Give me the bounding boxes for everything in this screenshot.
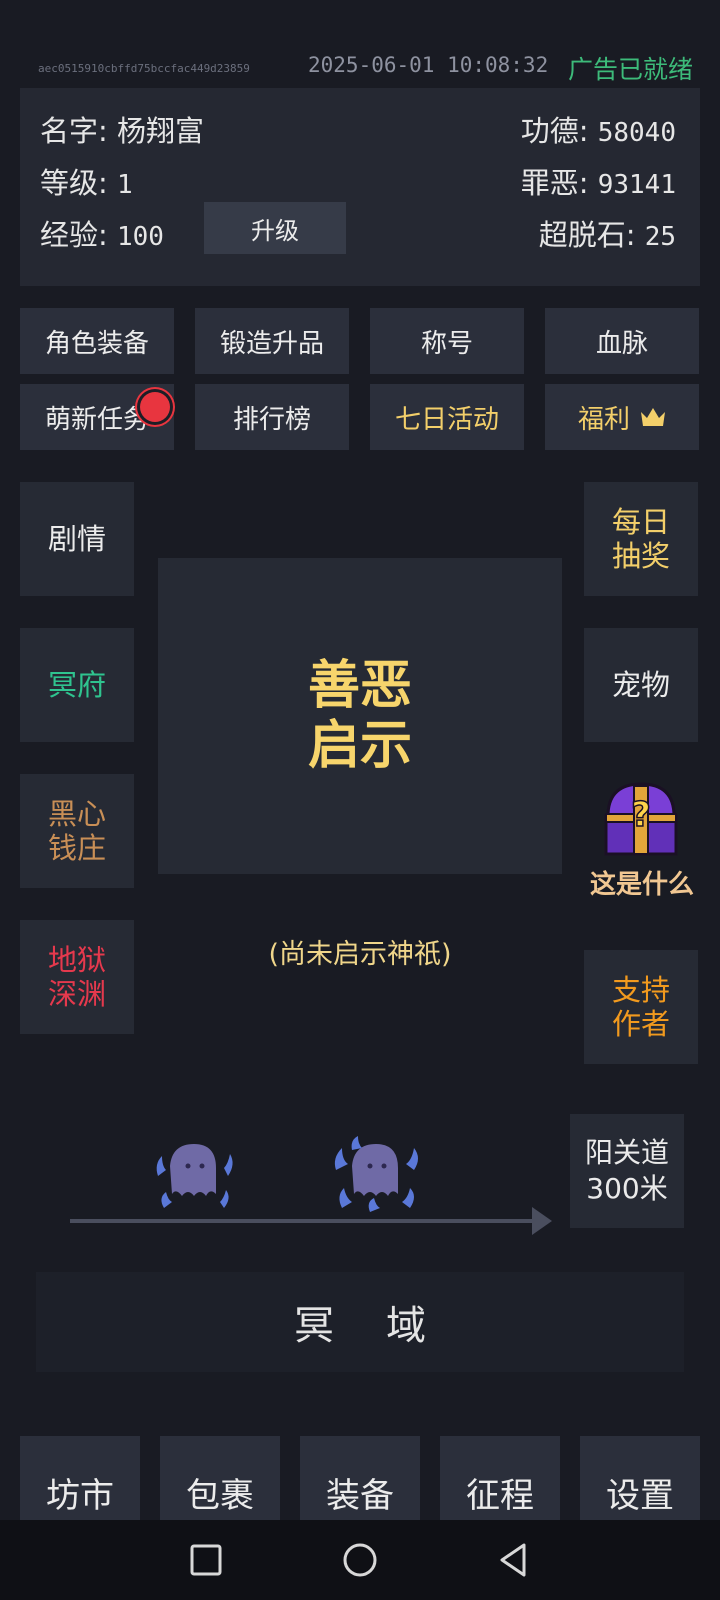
seven-day-event-button[interactable]: 七日活动 [370,384,524,450]
crown-icon [641,408,665,426]
player-name: 杨翔富 [117,114,205,148]
stone-value: 25 [644,222,676,252]
area-label: 冥域 [294,1303,478,1349]
road-line [70,1219,534,1223]
exp-label: 经验: [40,218,108,252]
support-author-button[interactable]: 支持 作者 [584,950,698,1064]
sin-value: 93141 [597,170,676,200]
svg-text:?: ? [631,795,651,835]
level-label: 等级: [40,166,108,200]
level-row: 等级: 1 [40,160,133,202]
arrow-right-icon [532,1207,552,1235]
badge-dot-icon [140,392,170,422]
home-icon[interactable] [340,1540,380,1580]
back-icon[interactable] [494,1540,534,1580]
welfare-label: 福利 [577,404,630,435]
revelation-status: (尚未启示神祇) [268,939,452,970]
hell-abyss-button[interactable]: 地狱 深渊 [20,920,134,1034]
area-name: 冥域 [36,1272,684,1372]
good-evil-revelation-panel[interactable]: 善恶 启示 [158,558,562,874]
merit-value: 58040 [597,118,676,148]
exp-row: 经验: 100 [40,212,164,254]
level-value: 1 [117,170,133,200]
welfare-button[interactable]: 福利 [545,384,699,450]
ad-ready-status[interactable]: 广告已就绪 [568,50,693,86]
merit-label: 功德: [520,114,589,148]
pet-button[interactable]: 宠物 [584,628,698,742]
merit-row: 功德: 58040 [521,108,676,150]
stone-row: 超脱石: 25 [539,212,676,254]
story-button[interactable]: 剧情 [20,482,134,596]
ghost-icon [156,1144,233,1208]
leaderboard-button[interactable]: 排行榜 [195,384,349,450]
stone-label: 超脱石: [538,218,636,252]
treasure-chest-icon[interactable]: ? [598,776,684,862]
name-label: 名字: [40,114,108,148]
title-button[interactable]: 称号 [370,308,524,374]
ghost-icon [334,1136,418,1212]
name-row: 名字: 杨翔富 [40,108,204,150]
sin-row: 罪恶: 93141 [521,160,676,202]
recents-icon[interactable] [186,1540,226,1580]
daily-draw-button[interactable]: 每日 抽奖 [584,482,698,596]
forge-upgrade-button[interactable]: 锻造升品 [195,308,349,374]
black-bank-button[interactable]: 黑心 钱庄 [20,774,134,888]
upgrade-button[interactable]: 升级 [204,202,346,254]
device-hash: aec0515910cbffd75bccfac449d23859 [38,62,250,75]
sin-label: 罪恶: [520,166,589,200]
bloodline-button[interactable]: 血脉 [545,308,699,374]
exp-value: 100 [117,222,164,252]
destination-distance: 阳关道 300米 [570,1114,684,1228]
mystery-label[interactable]: 这是什么 [580,864,704,901]
character-equipment-button[interactable]: 角色装备 [20,308,174,374]
datetime: 2025-06-01 10:08:32 [308,53,549,77]
underworld-button[interactable]: 冥府 [20,628,134,742]
